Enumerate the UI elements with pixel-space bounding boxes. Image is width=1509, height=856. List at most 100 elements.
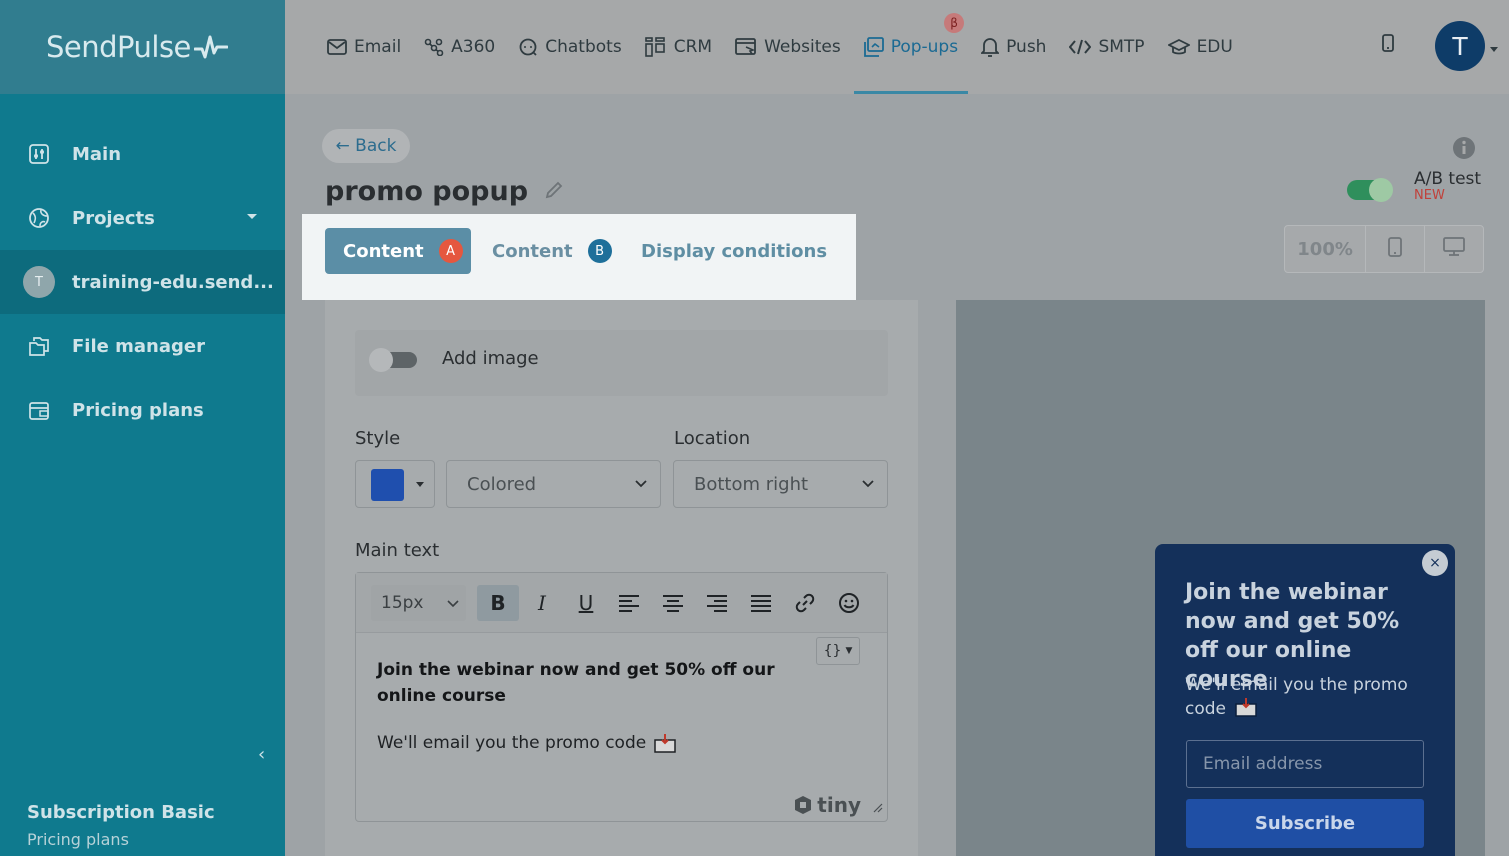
ab-test-label: A/B test — [1414, 169, 1482, 189]
bold-button[interactable]: B — [477, 585, 519, 621]
rich-text-editor[interactable]: 15px B I U {} ▼ Join the webinar now and… — [355, 572, 888, 822]
topnav-label: Pop-ups — [890, 37, 959, 57]
tab-content-b[interactable]: Content B — [492, 228, 612, 274]
ab-test-toggle[interactable] — [1347, 178, 1393, 202]
add-image-toggle[interactable] — [369, 348, 417, 372]
mobile-app-icon[interactable] — [1381, 33, 1395, 57]
logo-text: SendPulse — [46, 30, 191, 64]
sidebar-item-label: Pricing plans — [72, 399, 204, 421]
sidebar-item-pricing-plans[interactable]: Pricing plans — [0, 378, 285, 442]
subscribe-button[interactable]: Subscribe — [1186, 799, 1424, 848]
subscription-title: Subscription Basic — [27, 802, 215, 823]
italic-button[interactable]: I — [521, 585, 563, 621]
justify-button[interactable] — [740, 585, 782, 621]
desktop-preview-button[interactable] — [1425, 226, 1483, 272]
topnav-chatbots[interactable]: Chatbots — [518, 0, 622, 94]
topnav-a360[interactable]: A360 — [424, 0, 495, 94]
chevron-down-icon: ▼ — [845, 646, 853, 656]
underline-button[interactable]: U — [565, 585, 607, 621]
nodes-icon — [424, 38, 444, 56]
align-center-button[interactable] — [652, 585, 694, 621]
tiny-logo-icon — [795, 796, 812, 814]
chevron-down-icon[interactable] — [1490, 47, 1498, 52]
mailbox-icon — [1235, 698, 1258, 717]
topnav-smtp[interactable]: SMTP — [1069, 0, 1145, 94]
align-center-icon — [663, 595, 683, 612]
align-left-button[interactable] — [608, 585, 650, 621]
mail-icon — [327, 39, 347, 55]
avatar: T — [23, 266, 55, 298]
page-title-text: promo popup — [325, 176, 529, 207]
info-icon[interactable] — [1452, 136, 1476, 164]
emoji-button[interactable] — [828, 585, 870, 621]
tab-content-a[interactable]: Content A — [325, 228, 471, 274]
resize-handle-icon[interactable] — [873, 798, 883, 817]
collapse-sidebar-icon[interactable]: ‹ — [258, 744, 265, 765]
sidebar-item-label: Projects — [72, 207, 155, 229]
top-nav: Email A360 Chatbots CRM Websites Pop-ups… — [327, 0, 1256, 94]
graduation-cap-icon — [1167, 38, 1190, 56]
add-image-row: Add image — [355, 330, 888, 396]
topnav-push[interactable]: Push — [981, 0, 1046, 94]
mobile-icon — [1387, 236, 1403, 262]
desktop-icon — [1442, 237, 1465, 261]
chevron-down-icon — [861, 475, 875, 498]
topnav-label: Websites — [764, 37, 841, 57]
add-image-label: Add image — [442, 348, 539, 369]
back-button[interactable]: ← Back — [322, 129, 410, 163]
user-avatar[interactable]: T — [1435, 21, 1485, 71]
mobile-preview-button[interactable] — [1366, 226, 1425, 272]
font-size-select[interactable]: 15px — [371, 585, 466, 621]
zoom-level[interactable]: 100% — [1285, 226, 1367, 272]
style-select-value: Colored — [467, 473, 537, 495]
topnav-label: Push — [1006, 37, 1047, 57]
pricing-plans-link[interactable]: Pricing plans — [27, 830, 129, 849]
logo[interactable]: SendPulse — [46, 30, 228, 64]
style-color-picker[interactable] — [355, 460, 435, 508]
page-title: promo popup — [325, 176, 564, 207]
code-icon — [1069, 39, 1092, 55]
website-icon — [735, 38, 757, 56]
editor-toolbar: 15px B I U — [356, 573, 887, 633]
sidebar-item-project-site[interactable]: T training-edu.send... — [0, 250, 285, 314]
location-select[interactable]: Bottom right — [673, 460, 888, 508]
topnav-popups[interactable]: Pop-ups β — [853, 0, 969, 94]
kanban-icon — [644, 37, 667, 57]
link-button[interactable] — [784, 585, 826, 621]
top-bar: Email A360 Chatbots CRM Websites Pop-ups… — [285, 0, 1509, 94]
topnav-label: EDU — [1196, 37, 1233, 57]
topnav-email[interactable]: Email — [327, 0, 401, 94]
wallet-icon — [28, 399, 50, 421]
topnav-websites[interactable]: Websites — [735, 0, 841, 94]
style-label: Style — [355, 428, 401, 449]
popup-email-input[interactable]: Email address — [1186, 740, 1424, 788]
sidebar-item-projects[interactable]: Projects — [0, 186, 285, 250]
sidebar-nav: Main Projects T training-edu.send... Fil… — [0, 122, 285, 442]
sidebar-item-file-manager[interactable]: File manager — [0, 314, 285, 378]
close-icon[interactable]: × — [1422, 550, 1448, 576]
globe-icon — [28, 207, 50, 229]
sidebar: SendPulse Main Projects T training-edu.s… — [0, 0, 285, 856]
tab-display-conditions[interactable]: Display conditions — [641, 228, 827, 274]
beta-badge: β — [944, 13, 965, 33]
sidebar-item-label: training-edu.send... — [72, 271, 274, 293]
sidebar-item-main[interactable]: Main — [0, 122, 285, 186]
topnav-label: Email — [354, 37, 402, 57]
popup-text: We'll email you the promo code — [1185, 674, 1435, 721]
topnav-label: CRM — [673, 37, 713, 57]
location-select-value: Bottom right — [694, 473, 809, 495]
topnav-edu[interactable]: EDU — [1167, 0, 1233, 94]
style-select[interactable]: Colored — [446, 460, 661, 508]
popup-text-content: We'll email you the promo code — [1185, 675, 1408, 719]
mailbox-icon — [654, 734, 676, 753]
new-badge: NEW — [1414, 188, 1445, 203]
pencil-icon[interactable] — [544, 176, 564, 207]
variant-a-badge: A — [438, 239, 463, 263]
align-right-button[interactable] — [696, 585, 738, 621]
tab-label: Display conditions — [641, 240, 828, 262]
chevron-down-icon — [446, 596, 460, 616]
location-label: Location — [674, 428, 751, 449]
bold-icon: B — [490, 591, 506, 615]
topnav-crm[interactable]: CRM — [644, 0, 713, 94]
bell-icon — [981, 37, 1000, 57]
